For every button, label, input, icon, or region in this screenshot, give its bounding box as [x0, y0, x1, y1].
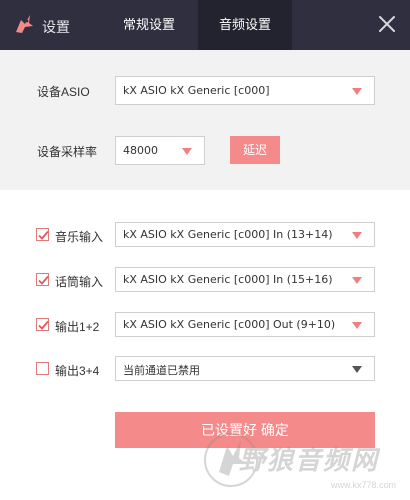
- check-icon: [38, 320, 49, 330]
- sample-rate-select[interactable]: 48000: [115, 136, 205, 165]
- mic-input-checkbox[interactable]: [36, 273, 49, 286]
- watermark-url: www.kx778.com: [330, 480, 396, 490]
- asio-device-select[interactable]: kX ASIO kX Generic [c000]: [115, 76, 375, 105]
- output-1-2-select[interactable]: kX ASIO kX Generic [c000] Out (9+10): [115, 312, 375, 337]
- check-icon: [38, 230, 49, 240]
- asio-label: 设备ASIO: [37, 85, 90, 99]
- device-settings-panel: [0, 50, 410, 190]
- music-input-value: kX ASIO kX Generic [c000] In (13+14): [123, 228, 333, 241]
- sample-rate-label: 设备采样率: [37, 145, 98, 159]
- mic-input-select[interactable]: kX ASIO kX Generic [c000] In (15+16): [115, 267, 375, 292]
- chevron-down-icon: [352, 322, 362, 329]
- music-input-label: 音乐输入: [55, 230, 104, 244]
- chevron-down-icon: [352, 88, 362, 95]
- app-logo-icon: [16, 15, 33, 33]
- chevron-down-icon: [352, 232, 362, 239]
- output-3-4-label: 输出3+4: [55, 364, 100, 378]
- tab-general-settings[interactable]: 常规设置: [100, 0, 198, 50]
- output-1-2-checkbox[interactable]: [36, 318, 49, 331]
- delay-button[interactable]: 延迟: [230, 136, 280, 164]
- sample-rate-value: 48000: [123, 144, 158, 157]
- mic-input-value: kX ASIO kX Generic [c000] In (15+16): [123, 273, 333, 286]
- music-input-select[interactable]: kX ASIO kX Generic [c000] In (13+14): [115, 222, 375, 247]
- chevron-down-icon: [352, 277, 362, 284]
- check-icon: [38, 275, 49, 285]
- output-3-4-select[interactable]: 当前通道已禁用: [115, 356, 375, 381]
- tab-audio-settings[interactable]: 音频设置: [198, 0, 292, 50]
- asio-device-value: kX ASIO kX Generic [c000]: [123, 84, 270, 97]
- mic-input-label: 话筒输入: [55, 275, 104, 289]
- output-3-4-checkbox[interactable]: [36, 362, 49, 375]
- music-input-checkbox[interactable]: [36, 228, 49, 241]
- output-3-4-value: 当前通道已禁用: [123, 364, 200, 377]
- confirm-button[interactable]: 已设置好 确定: [115, 412, 375, 448]
- title-bar: 设置 常规设置 音频设置: [0, 0, 410, 50]
- output-1-2-label: 输出1+2: [55, 320, 100, 334]
- chevron-down-icon: [352, 366, 362, 373]
- app-title: 设置: [42, 19, 70, 35]
- chevron-down-icon: [182, 148, 192, 155]
- close-icon[interactable]: [378, 15, 396, 33]
- output-1-2-value: kX ASIO kX Generic [c000] Out (9+10): [123, 318, 336, 331]
